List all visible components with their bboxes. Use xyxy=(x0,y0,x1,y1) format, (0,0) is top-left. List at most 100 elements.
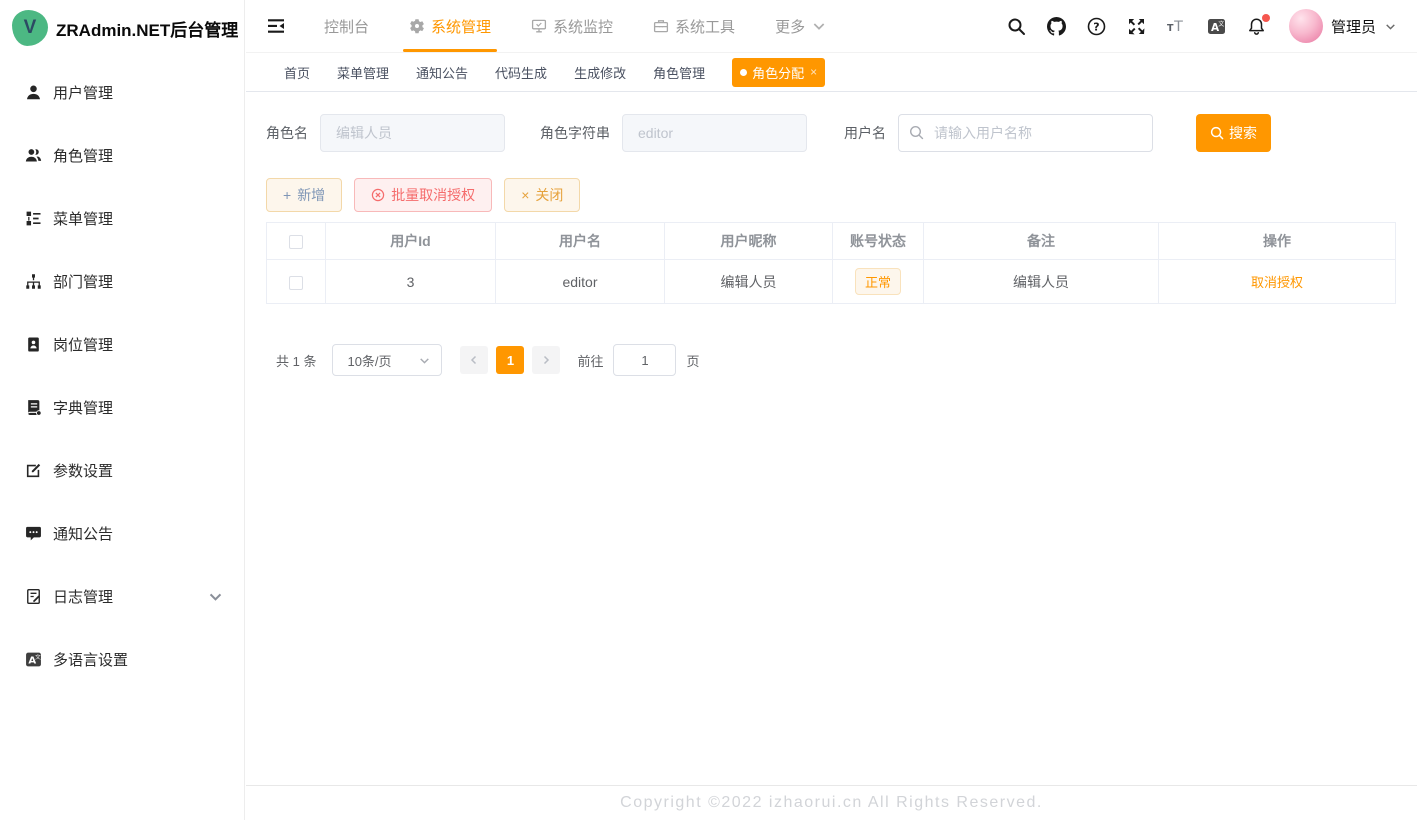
fold-icon xyxy=(266,16,286,36)
log-icon xyxy=(25,588,42,605)
add-button[interactable]: + 新增 xyxy=(266,178,342,212)
tags-view-bar: 首页 菜单管理 通知公告 代码生成 生成修改 角色管理 角色分配 × xyxy=(246,53,1417,92)
pagination-total: 共 1 条 xyxy=(276,351,316,370)
sidebar-collapse-button[interactable] xyxy=(246,16,304,36)
goto-label: 前往 xyxy=(577,351,603,370)
toolbox-icon xyxy=(653,18,669,34)
sidebar-item-notices[interactable]: 通知公告 xyxy=(0,502,244,565)
language-switch-icon[interactable]: A文 xyxy=(1207,17,1226,36)
sidebar-item-label: 多语言设置 xyxy=(53,649,128,670)
sidebar-item-dictionary[interactable]: 字典管理 xyxy=(0,376,244,439)
sidebar-item-label: 用户管理 xyxy=(53,82,113,103)
tab-home[interactable]: 首页 xyxy=(284,63,310,82)
nav-item-label: 系统工具 xyxy=(675,16,735,37)
sidebar-item-logs[interactable]: 日志管理 xyxy=(0,565,244,628)
table-header-row: 用户Id 用户名 用户昵称 账号状态 备注 操作 xyxy=(267,223,1396,260)
close-button-label: 关闭 xyxy=(535,185,563,205)
top-navbar: 控制台 系统管理 系统监控 系统工具 更多 xyxy=(246,0,1417,53)
cell-action: 取消授权 xyxy=(1159,260,1396,304)
tab-menu-admin[interactable]: 菜单管理 xyxy=(337,63,389,82)
font-size-icon[interactable]: TT xyxy=(1167,17,1186,36)
close-icon[interactable]: × xyxy=(810,65,817,79)
nav-item-system-tools[interactable]: 系统工具 xyxy=(633,0,755,52)
sidebar-item-i18n[interactable]: A文 多语言设置 xyxy=(0,628,244,691)
chevron-down-icon xyxy=(811,18,827,34)
tab-gen-edit[interactable]: 生成修改 xyxy=(574,63,626,82)
sidebar-item-posts[interactable]: 岗位管理 xyxy=(0,313,244,376)
close-button[interactable]: × 关闭 xyxy=(504,178,580,212)
page-size-value: 10条/页 xyxy=(347,351,391,370)
sidebar-item-departments[interactable]: 部门管理 xyxy=(0,250,244,313)
org-chart-icon xyxy=(25,273,42,290)
page-number-1[interactable]: 1 xyxy=(496,346,524,374)
svg-text:T: T xyxy=(1173,18,1183,34)
translate-icon: A文 xyxy=(25,651,42,668)
monitor-icon xyxy=(531,18,547,34)
select-all-checkbox[interactable] xyxy=(289,235,303,249)
cell-status: 正常 xyxy=(833,260,924,304)
app-title: ZRAdmin.NET后台管理 xyxy=(56,16,238,41)
nav-item-label: 更多 xyxy=(775,16,805,37)
tab-code-gen[interactable]: 代码生成 xyxy=(495,63,547,82)
cancel-auth-link[interactable]: 取消授权 xyxy=(1251,275,1303,290)
pagination: 共 1 条 10条/页 1 前往 页 xyxy=(266,344,1396,376)
nav-item-dashboard[interactable]: 控制台 xyxy=(304,0,389,52)
username-input[interactable] xyxy=(898,114,1153,152)
search-button[interactable]: 搜索 xyxy=(1196,114,1271,152)
nav-item-system-admin[interactable]: 系统管理 xyxy=(389,0,511,52)
status-badge: 正常 xyxy=(855,268,901,295)
svg-text:文: 文 xyxy=(35,653,41,661)
github-icon[interactable] xyxy=(1047,17,1066,36)
role-key-label: 角色字符串 xyxy=(540,123,610,143)
svg-text:文: 文 xyxy=(1218,20,1224,28)
user-name: 管理员 xyxy=(1331,16,1376,37)
search-icon[interactable] xyxy=(1007,17,1026,36)
page-size-select[interactable]: 10条/页 xyxy=(332,344,442,376)
tab-role-assign[interactable]: 角色分配 × xyxy=(732,58,825,87)
sidebar-item-parameters[interactable]: 参数设置 xyxy=(0,439,244,502)
tab-notices[interactable]: 通知公告 xyxy=(416,63,468,82)
col-username: 用户名 xyxy=(496,223,665,260)
select-all-cell xyxy=(267,223,326,260)
logo-row[interactable]: V ZRAdmin.NET后台管理 xyxy=(0,0,244,56)
user-table: 用户Id 用户名 用户昵称 账号状态 备注 操作 3 editor 编辑人员 xyxy=(266,222,1396,304)
row-checkbox[interactable] xyxy=(289,276,303,290)
tab-role-admin[interactable]: 角色管理 xyxy=(653,63,705,82)
cell-user-id: 3 xyxy=(326,260,496,304)
avatar xyxy=(1289,9,1323,43)
chevron-right-icon xyxy=(540,354,552,366)
user-menu[interactable]: 管理员 xyxy=(1287,9,1397,43)
fullscreen-icon[interactable] xyxy=(1127,17,1146,36)
search-icon xyxy=(1210,126,1224,140)
username-input-wrap xyxy=(898,114,1153,152)
circle-close-icon xyxy=(371,188,385,202)
user-icon xyxy=(25,84,42,101)
next-page-button[interactable] xyxy=(532,346,560,374)
batch-cancel-auth-button[interactable]: 批量取消授权 xyxy=(354,178,492,212)
sidebar-item-label: 字典管理 xyxy=(53,397,113,418)
help-icon[interactable]: ? xyxy=(1087,17,1106,36)
sidebar-item-roles[interactable]: 角色管理 xyxy=(0,124,244,187)
chevron-down-icon xyxy=(418,354,431,367)
comment-icon xyxy=(25,525,42,542)
notifications-bell-icon[interactable] xyxy=(1247,17,1266,36)
role-key-input[interactable] xyxy=(622,114,807,152)
table-toolbar: + 新增 批量取消授权 × 关闭 xyxy=(266,178,1396,212)
nav-item-system-monitor[interactable]: 系统监控 xyxy=(511,0,633,52)
sidebar-item-menus[interactable]: 菜单管理 xyxy=(0,187,244,250)
prev-page-button[interactable] xyxy=(460,346,488,374)
nav-item-more[interactable]: 更多 xyxy=(755,0,847,52)
search-icon xyxy=(909,125,924,140)
goto-page-input[interactable] xyxy=(613,344,676,376)
add-button-label: 新增 xyxy=(297,185,325,205)
users-icon xyxy=(25,147,42,164)
header-actions: ? TT A文 管理员 xyxy=(1007,9,1417,43)
logo-letter: V xyxy=(24,17,37,39)
role-name-input[interactable] xyxy=(320,114,505,152)
cell-remark: 编辑人员 xyxy=(924,260,1159,304)
tab-label: 角色分配 xyxy=(752,63,804,82)
nav-item-label: 控制台 xyxy=(324,16,369,37)
nav-menu: 控制台 系统管理 系统监控 系统工具 更多 xyxy=(304,0,847,52)
sidebar-item-users[interactable]: 用户管理 xyxy=(0,61,244,124)
chevron-down-icon xyxy=(1384,20,1397,33)
